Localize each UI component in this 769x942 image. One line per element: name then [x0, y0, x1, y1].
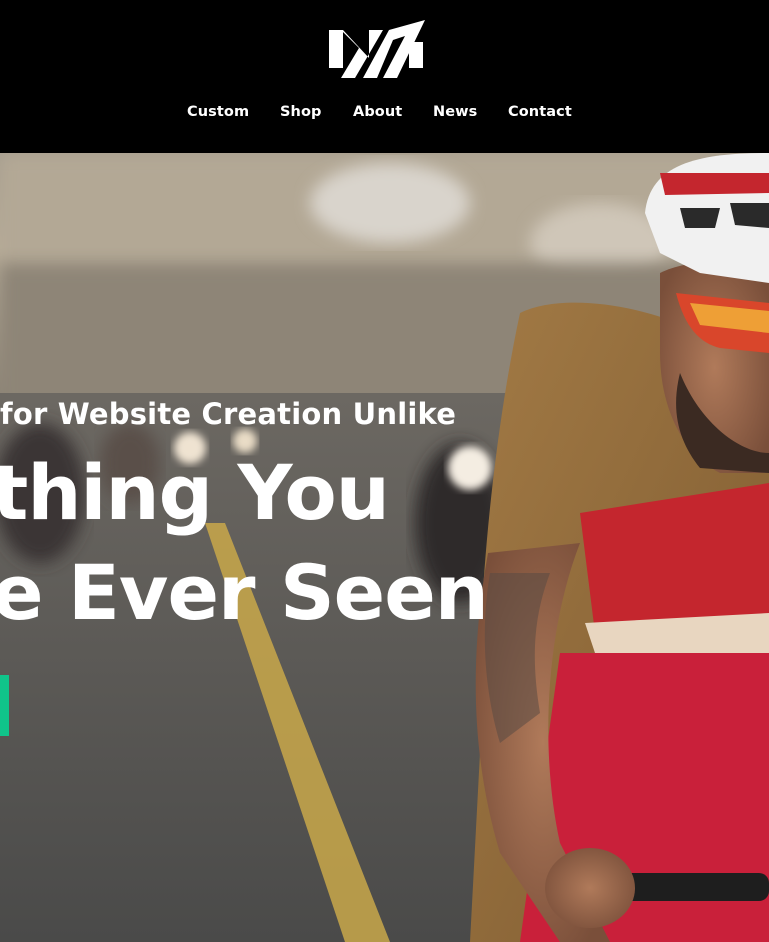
nav-item-contact[interactable]: Contact — [508, 104, 572, 120]
brand-logo[interactable] — [329, 20, 425, 78]
hero-headline-line-2: e Ever Seen — [0, 548, 489, 637]
main-nav: Custom Shop About News Contact — [0, 104, 769, 126]
nav-item-news[interactable]: News — [433, 104, 477, 120]
hero-cta-button[interactable] — [0, 675, 9, 736]
nav-item-about[interactable]: About — [353, 104, 402, 120]
site-header: Custom Shop About News Contact — [0, 0, 769, 153]
nav-item-shop[interactable]: Shop — [280, 104, 322, 120]
hero-section: for Website Creation Unlike thing You e … — [0, 153, 769, 942]
hero-headline-line-1: thing You — [0, 448, 390, 537]
hero-tagline: for Website Creation Unlike — [0, 397, 457, 431]
nav-item-custom[interactable]: Custom — [187, 104, 249, 120]
